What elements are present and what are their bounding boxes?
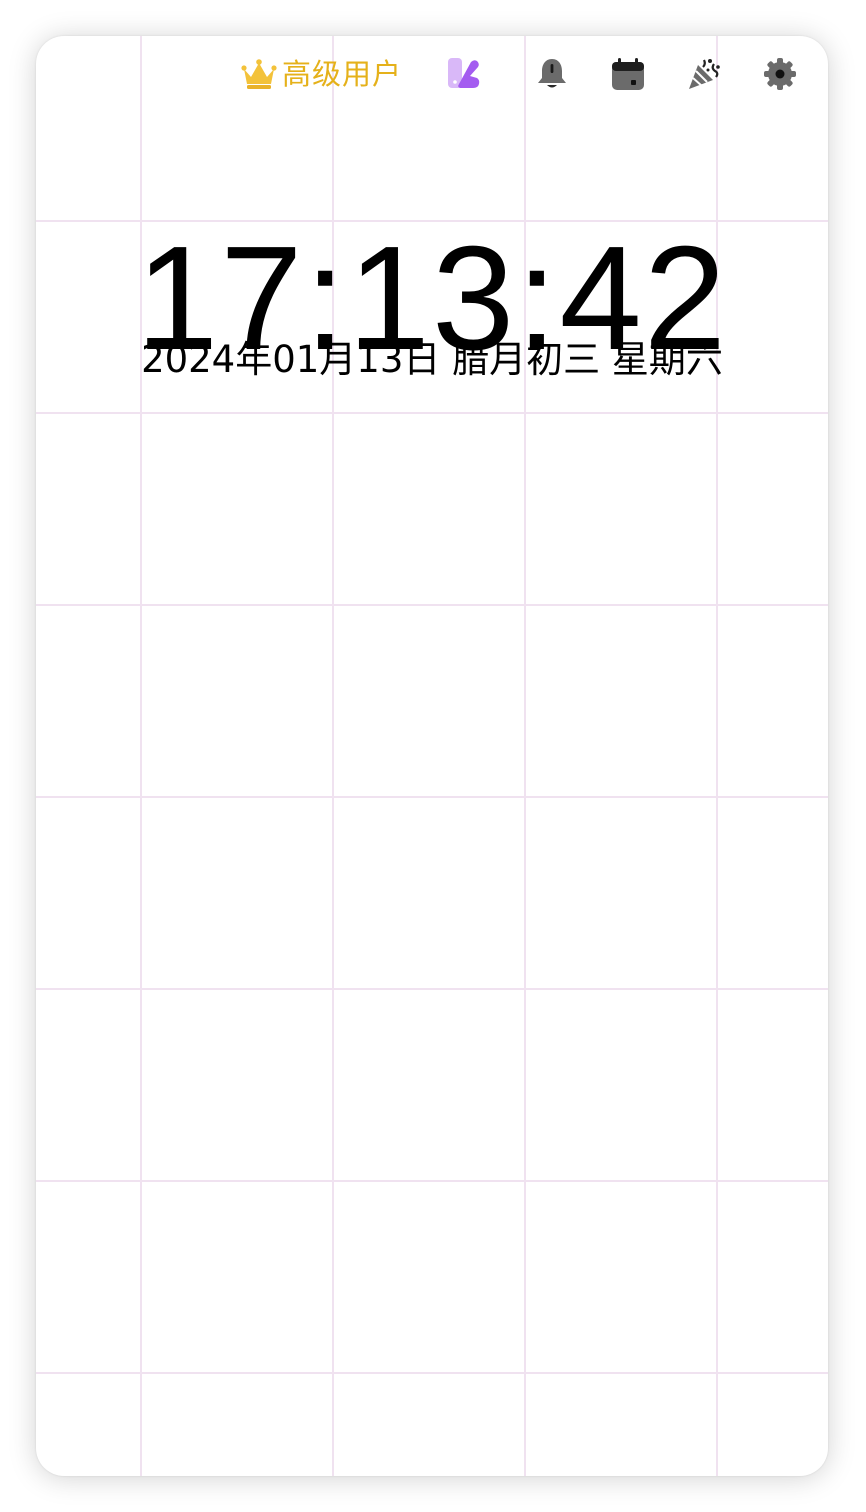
grid-line (36, 1180, 828, 1182)
top-toolbar: 高级用户 (36, 36, 828, 112)
app-window: 高级用户 17:13:42 2024年01月13日 腊月初三 星期六 (36, 36, 828, 1476)
calendar-button[interactable] (610, 56, 646, 92)
party-icon (689, 59, 720, 89)
crown-icon (241, 59, 277, 89)
premium-user-label: 高级用户 (282, 57, 403, 91)
grid-line (36, 988, 828, 990)
grid-line (36, 1372, 828, 1374)
widget-icon (448, 58, 480, 88)
celebration-button[interactable] (686, 56, 722, 92)
bell-icon (538, 59, 566, 88)
calendar-icon (612, 58, 644, 90)
settings-button[interactable] (762, 56, 798, 92)
widget-button[interactable] (446, 56, 482, 92)
grid-line (36, 796, 828, 798)
reminder-button[interactable] (534, 56, 570, 92)
grid-line (36, 412, 828, 414)
grid-line (36, 604, 828, 606)
premium-user-button[interactable]: 高级用户 (240, 54, 402, 94)
gear-icon (764, 58, 796, 90)
date-display: 2024年01月13日 腊月初三 星期六 (141, 338, 723, 381)
